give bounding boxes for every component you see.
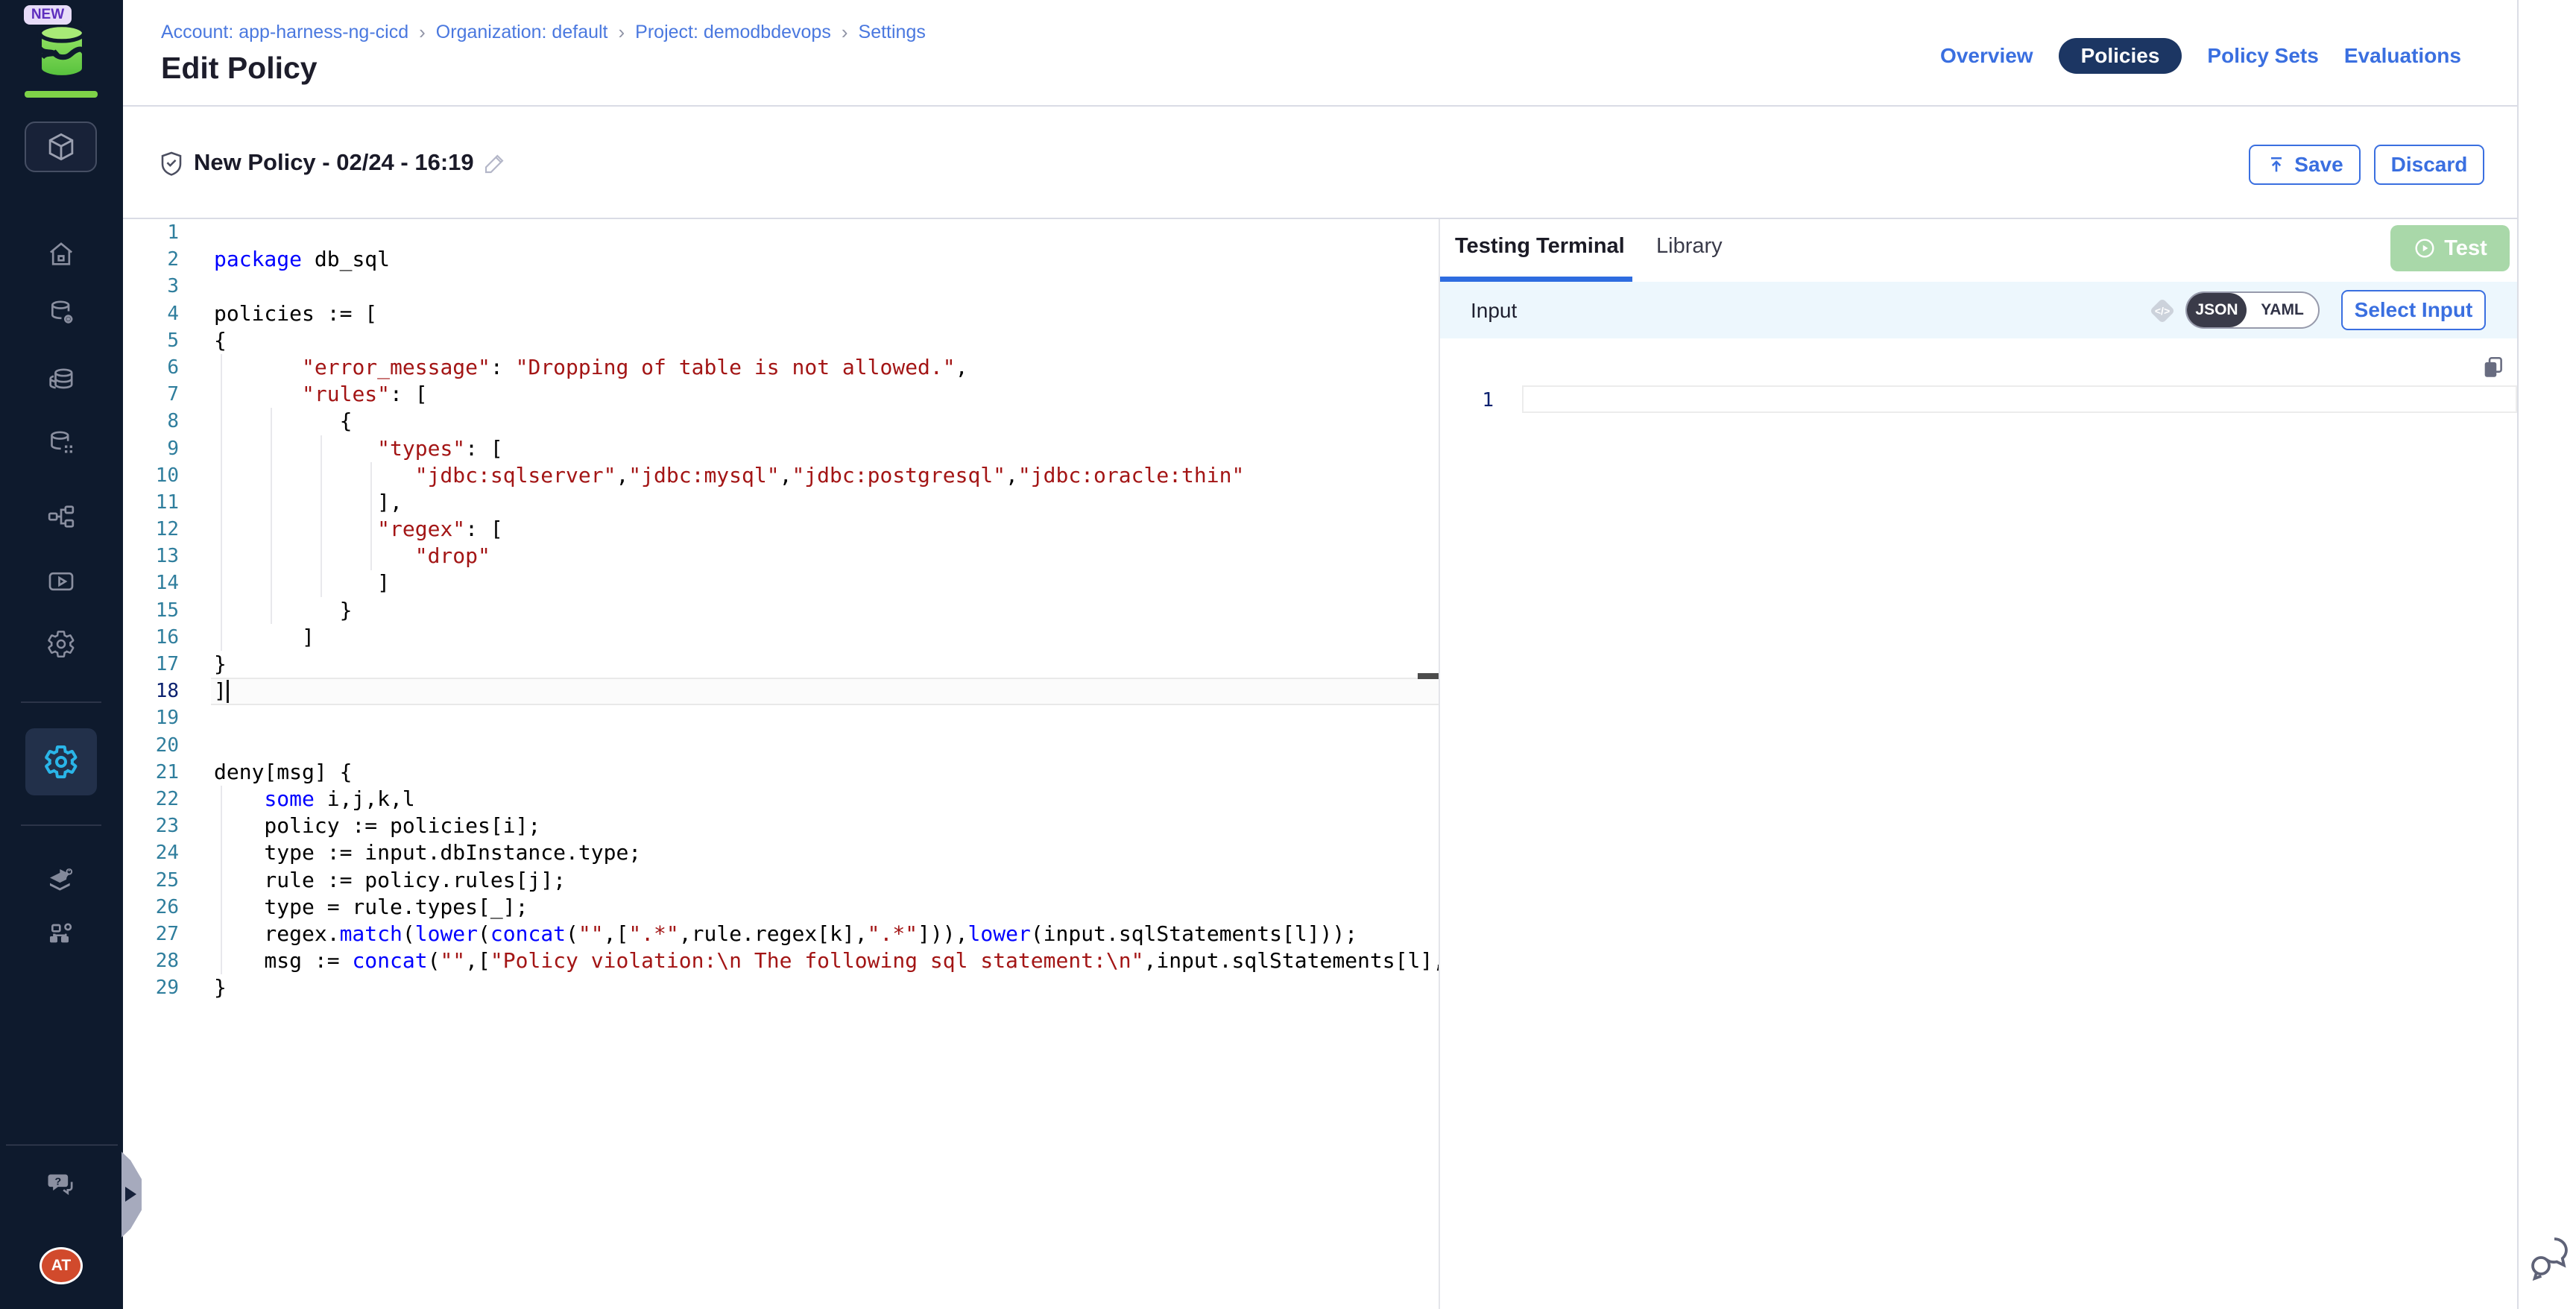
sidebar-divider <box>21 701 101 703</box>
tab-policies-active[interactable]: Policies <box>2059 38 2182 74</box>
page-title: Edit Policy <box>161 51 318 86</box>
breadcrumb-project[interactable]: Project: demodbdevops <box>635 22 831 43</box>
sidebar-item-settings[interactable] <box>46 629 76 659</box>
sidebar: NEW <box>0 0 123 1309</box>
indent-guide <box>271 408 272 624</box>
input-header-row: Input </> JSON YAML Select Input <box>1440 282 2517 338</box>
top-nav-tabs: Overview Policies Policy Sets Evaluation… <box>1940 38 2461 74</box>
chevron-right-icon: › <box>419 21 426 44</box>
policy-name: New Policy - 02/24 - 16:19 <box>194 149 474 176</box>
format-yaml[interactable]: YAML <box>2247 301 2318 319</box>
sidebar-item-org-structure[interactable] <box>46 918 76 947</box>
indent-guide <box>370 462 372 570</box>
input-label: Input <box>1471 299 1517 323</box>
sidebar-item-module[interactable] <box>25 122 97 172</box>
policy-code-editor[interactable]: 1234567891011121314151617181920212223242… <box>123 219 1439 1309</box>
edit-pencil-icon[interactable] <box>483 151 507 175</box>
breadcrumb-account[interactable]: Account: app-harness-ng-cicd <box>161 22 408 43</box>
settings-gear-icon <box>46 629 76 659</box>
upload-arrow-icon <box>2266 154 2287 175</box>
play-circle-icon <box>2413 236 2437 260</box>
project-settings-gear-icon <box>43 744 79 780</box>
coins-stack-icon <box>46 365 76 395</box>
database-settings-icon <box>46 298 76 328</box>
copy-icon[interactable] <box>2481 355 2506 380</box>
sidebar-item-database-settings[interactable] <box>46 298 76 328</box>
user-avatar[interactable]: AT <box>40 1247 83 1284</box>
database-query-icon <box>46 429 76 458</box>
breadcrumb: Account: app-harness-ng-cicd › Organizat… <box>161 21 926 44</box>
overview-ruler-cursor-mark <box>1418 673 1439 679</box>
test-button[interactable]: Test <box>2390 225 2510 271</box>
code-diamond-icon[interactable]: </> <box>2145 294 2179 328</box>
testing-panel: Testing Terminal Library Test Input </> … <box>1440 219 2517 1309</box>
tab-policy-sets[interactable]: Policy Sets <box>2207 44 2318 68</box>
sidebar-item-hierarchy[interactable] <box>46 502 76 532</box>
sidebar-item-home[interactable] <box>46 239 76 269</box>
dashboards-layers-icon <box>46 865 76 895</box>
home-icon <box>46 239 76 269</box>
module-cube-icon <box>45 131 77 163</box>
save-button[interactable]: Save <box>2249 145 2361 185</box>
svg-text:</>: </> <box>2155 305 2170 317</box>
tab-overview[interactable]: Overview <box>1940 44 2033 68</box>
sidebar-divider <box>21 824 101 826</box>
indent-guide <box>221 354 222 651</box>
help-chat-icon: ? <box>46 1168 76 1199</box>
sidebar-item-database-query[interactable] <box>46 429 76 458</box>
discard-button[interactable]: Discard <box>2374 145 2484 185</box>
sidebar-item-dashboards[interactable] <box>46 865 76 895</box>
sidebar-item-project-settings-active[interactable] <box>25 728 97 795</box>
pipeline-run-icon <box>46 567 76 596</box>
sidebar-item-coins[interactable] <box>46 365 76 395</box>
breadcrumb-organization[interactable]: Organization: default <box>436 22 608 43</box>
org-structure-icon <box>46 918 76 947</box>
db-devops-logo-icon[interactable] <box>33 21 91 81</box>
breadcrumb-settings[interactable]: Settings <box>859 22 926 43</box>
tab-evaluations[interactable]: Evaluations <box>2344 44 2461 68</box>
select-input-button[interactable]: Select Input <box>2341 290 2486 330</box>
chat-widget-icon[interactable] <box>2528 1234 2570 1283</box>
sidebar-item-pipeline-run[interactable] <box>46 567 76 596</box>
format-toggle[interactable]: JSON YAML <box>2185 291 2320 329</box>
chevron-right-icon: › <box>842 21 848 44</box>
tab-testing-terminal[interactable]: Testing Terminal <box>1455 234 1625 259</box>
code-gutter: 1234567891011121314151617181920212223242… <box>123 219 214 1001</box>
input-line-number: 1 <box>1461 389 1494 411</box>
code-lines[interactable]: package db_sqlpolicies := [{ "error_mess… <box>214 219 1439 1001</box>
input-current-line[interactable] <box>1522 385 2517 413</box>
sidebar-divider <box>6 1144 118 1146</box>
svg-text:?: ? <box>55 1176 62 1187</box>
active-tab-underline <box>1440 277 1632 282</box>
tab-library[interactable]: Library <box>1656 234 1723 259</box>
indent-guide <box>221 786 222 974</box>
logo-underline <box>25 91 98 98</box>
new-badge: NEW <box>24 5 72 25</box>
hierarchy-icon <box>46 502 76 532</box>
panel-right-edge <box>2517 0 2519 1309</box>
indent-guide <box>321 435 322 597</box>
policy-shield-check-icon <box>158 150 185 178</box>
format-json-selected[interactable]: JSON <box>2187 293 2247 327</box>
policy-toolbar: New Policy - 02/24 - 16:19 Save Discard <box>123 107 2517 219</box>
text-cursor <box>227 680 229 703</box>
sidebar-item-help[interactable]: ? <box>46 1169 76 1199</box>
chevron-right-icon: › <box>619 21 625 44</box>
page-header: Account: app-harness-ng-cicd › Organizat… <box>123 0 2517 107</box>
